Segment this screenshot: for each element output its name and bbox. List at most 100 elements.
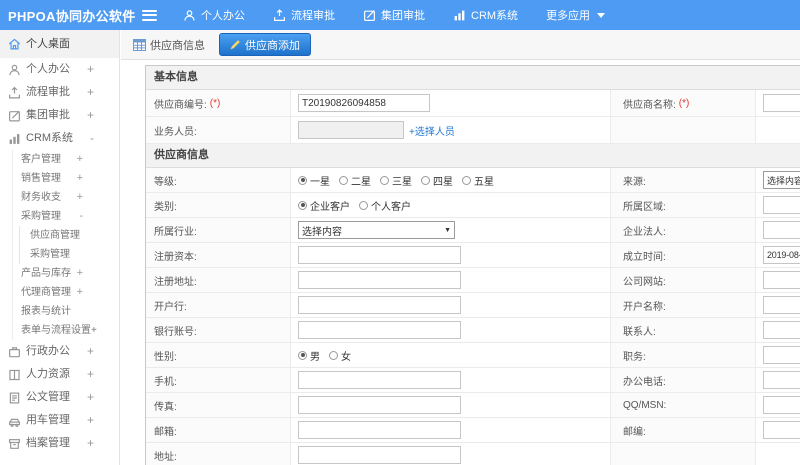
sidebar-item-hr[interactable]: 人力资源 + [0,363,119,386]
qq-msn-input[interactable] [763,396,800,414]
legal-person-input[interactable] [763,221,800,239]
gender-radio[interactable] [298,350,307,360]
sidebar-item-form-workflow-settings[interactable]: 表单与流程设置+ [13,321,119,340]
region-input[interactable] [763,196,800,214]
radio-label: 五星 [474,176,494,188]
expand-indicator: + [86,108,94,122]
chart-icon [8,132,21,145]
sidebar-item-label: CRM系统 [26,132,74,144]
level-radio[interactable] [380,175,389,185]
sidebar-item-agent-mgmt[interactable]: 代理商管理 + [13,283,119,302]
submenu-purchase-mgmt: 供应商管理 采购管理 [19,226,119,264]
zip-code-input[interactable] [763,421,800,439]
sidebar-item-label: 客户管理 [21,154,61,165]
bank-input[interactable] [298,296,461,314]
sidebar-item-sales-mgmt[interactable]: 销售管理 + [13,169,119,188]
sidebar-item-label: 档案管理 [26,437,70,449]
field-cell-level: 一星 二星 三星 四星 五星 [291,168,611,192]
level-radio[interactable] [421,175,430,185]
nav-item-more-apps[interactable]: 更多应用 [546,7,606,23]
sidebar-item-vehicle-mgmt[interactable]: 用车管理 + [0,409,119,432]
email-input[interactable] [298,421,461,439]
user-icon [8,63,21,76]
sidebar-item-purchase-mgmt[interactable]: 采购管理 - [13,207,119,226]
company-website-input[interactable] [763,271,800,289]
business-staff-input[interactable] [298,121,404,139]
founding-date-input[interactable] [763,246,800,264]
sidebar-item-purchasing[interactable]: 采购管理 [20,245,119,264]
field-label-cell-legal-person: 企业法人: [611,218,756,242]
field-label: 类别: [154,201,177,213]
radio-label: 个人客户 [371,201,411,213]
office-phone-input[interactable] [763,371,800,389]
field-label: QQ/MSN: [623,399,667,411]
address-input[interactable] [298,446,461,464]
field-label-cell-bank-account: 银行账号: [146,318,291,342]
sidebar-item-finance[interactable]: 财务收支 + [13,188,119,207]
tab-supplier-add[interactable]: 供应商添加 [219,33,311,56]
nav-item-workflow-approval[interactable]: 流程审批 [273,7,335,23]
archive-icon [8,437,21,450]
bank-account-input[interactable] [298,321,461,339]
radio-label: 二星 [351,176,371,188]
section-title: 供应商信息 [146,144,800,168]
level-radio-group: 一星 二星 三星 四星 五星 [298,173,503,188]
sidebar-item-personal-office[interactable]: 个人办公 + [0,58,119,81]
user-icon [183,9,196,22]
form-row: 类别: 企业客户 个人客户 所属区域: [146,193,800,218]
sidebar-item-archive-mgmt[interactable]: 档案管理 + [0,432,119,455]
field-cell-zip-code [756,418,800,442]
position-input[interactable] [763,346,800,364]
contact-person-input[interactable] [763,321,800,339]
level-radio[interactable] [339,175,348,185]
field-label: 开户行: [154,301,187,313]
sidebar-item-label: 公文管理 [26,391,70,403]
category-radio[interactable] [359,200,368,210]
registered-capital-input[interactable] [298,246,461,264]
nav-item-group-approval[interactable]: 集团审批 [363,7,425,23]
gender-radio-group: 男女 [298,348,360,363]
form-row: 注册资本: 成立时间: [146,243,800,268]
fax-input[interactable] [298,396,461,414]
sidebar-item-crm[interactable]: CRM系统 - [0,127,119,150]
category-radio[interactable] [298,200,307,210]
level-radio[interactable] [298,175,307,185]
sidebar-item-personal-desktop[interactable]: 个人桌面 [0,30,119,58]
field-cell-supplier-code [291,90,611,116]
sidebar-item-doc-mgmt[interactable]: 公文管理 + [0,386,119,409]
book-icon [8,368,21,381]
sidebar-item-group-approval[interactable]: 集团审批 + [0,104,119,127]
industry-select[interactable]: 选择内容 ▼ [298,221,455,239]
sidebar-item-label: 采购管理 [21,211,61,222]
supplier-name-input[interactable] [763,94,800,112]
sidebar-item-label: 表单与流程设置+ [21,325,97,336]
sidebar-item-supplier-mgmt[interactable]: 供应商管理 [20,226,119,245]
tab-supplier-info[interactable]: 供应商信息 [133,37,205,53]
level-radio[interactable] [462,175,471,185]
sidebar-item-product-inventory[interactable]: 产品与库存 + [13,264,119,283]
sidebar-item-label: 个人桌面 [26,38,70,50]
gender-radio[interactable] [329,350,338,360]
mobile-input[interactable] [298,371,461,389]
nav-item-crm[interactable]: CRM系统 [453,7,518,23]
form-row: 手机: 办公电话: [146,368,800,393]
home-icon [8,38,21,51]
sidebar: 个人桌面 个人办公 + 流程审批 + 集团审批 + CRM系统 - 客户管理 + 销售管理 + 财务收支 +… [0,30,120,465]
registered-address-input[interactable] [298,271,461,289]
form-row: 银行账号: 联系人: [146,318,800,343]
field-label-cell-founding-date: 成立时间: [611,243,756,267]
nav-item-label: 个人办公 [201,10,245,22]
account-name-input[interactable] [763,296,800,314]
sidebar-item-customer-mgmt[interactable]: 客户管理 + [13,150,119,169]
select-staff-link[interactable]: +选择人员 [409,123,455,138]
nav-item-personal-office[interactable]: 个人办公 [183,7,245,23]
field-label: 供应商名称: [623,99,676,111]
source-select[interactable]: 选择内容▼ [763,171,800,189]
sidebar-item-admin-office[interactable]: 行政办公 + [0,340,119,363]
sidebar-item-reports[interactable]: 报表与统计 [13,302,119,321]
sidebar-item-workflow-approval[interactable]: 流程审批 + [0,81,119,104]
supplier-code-input[interactable] [298,94,430,112]
field-cell-founding-date [756,243,800,267]
upload-icon [8,86,21,99]
hamburger-menu-icon[interactable] [142,9,157,21]
